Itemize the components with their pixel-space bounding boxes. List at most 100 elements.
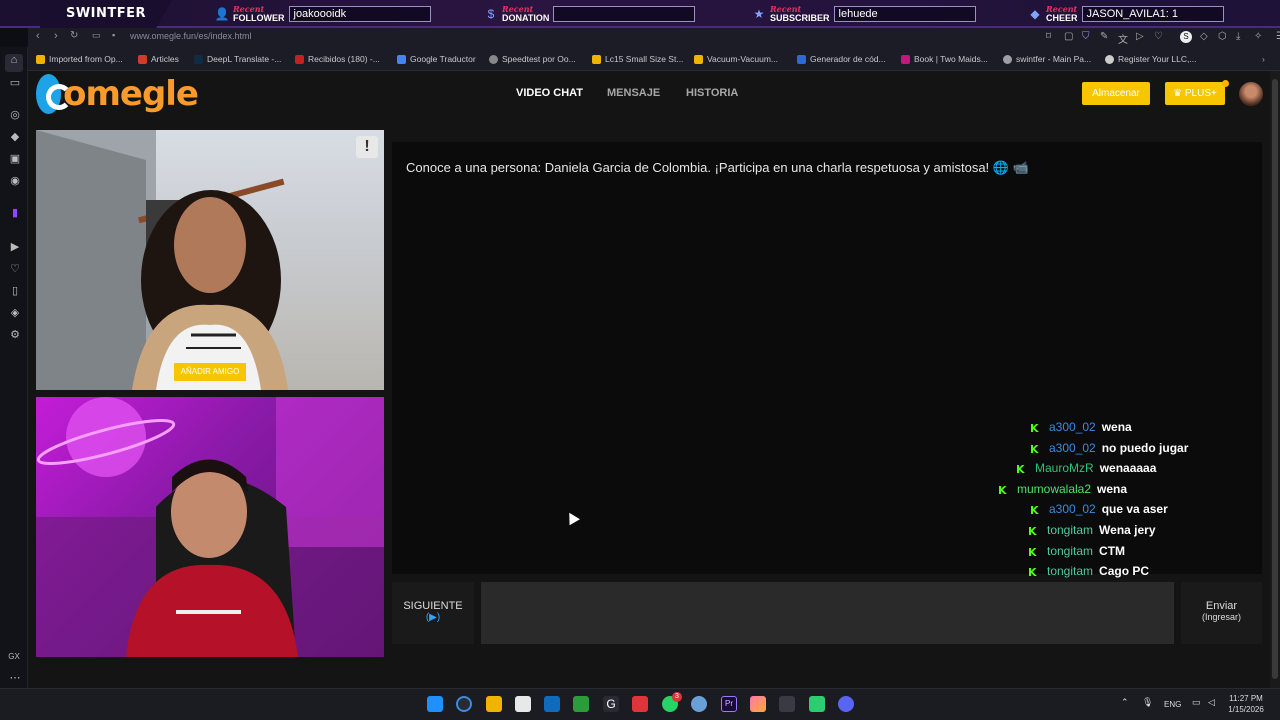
- follower-label: FOLLOWER: [233, 13, 285, 23]
- translate-icon[interactable]: 文: [1118, 31, 1128, 46]
- overlay-recent-subscriber: ★ Recent SUBSCRIBER lehuede: [752, 3, 976, 25]
- chat-text: Wena jery: [1099, 523, 1156, 537]
- heart-icon[interactable]: ♡: [9, 263, 21, 275]
- app-round-icon[interactable]: [691, 696, 707, 712]
- plus-button[interactable]: ♛ PLUS+: [1165, 82, 1225, 105]
- bookmark-item[interactable]: DeepL Translate -...: [194, 52, 281, 66]
- g-app-icon[interactable]: G: [603, 696, 619, 712]
- clock-date: 1/15/2026: [1228, 705, 1264, 714]
- bookmark-item[interactable]: swintfer - Main Pa...: [1003, 52, 1091, 66]
- next-button[interactable]: SIGUIENTE (▶): [392, 582, 474, 644]
- instagram-icon[interactable]: ▣: [9, 153, 21, 165]
- discord-icon[interactable]: ◆: [9, 131, 21, 143]
- browser-taskbar-icon[interactable]: [456, 696, 472, 712]
- bookmarks-more-icon[interactable]: ›: [1262, 52, 1265, 66]
- cheer-label: CHEER: [1046, 13, 1078, 23]
- lock-icon: ▪: [112, 30, 116, 40]
- player-icon[interactable]: ▶: [9, 241, 21, 253]
- bookmark-item[interactable]: Vacuum-Vacuum...: [694, 52, 778, 66]
- chat-username: tongitam: [1047, 564, 1094, 578]
- settings-icon[interactable]: ⚙: [9, 329, 21, 341]
- extensions-icon[interactable]: ◈: [9, 307, 21, 319]
- home-icon[interactable]: ⌂: [5, 54, 23, 72]
- message-input[interactable]: [481, 582, 1174, 644]
- history-icon[interactable]: ▯: [9, 285, 21, 297]
- gamepad-icon[interactable]: ▭: [9, 77, 21, 89]
- page-scrollbar[interactable]: [1270, 71, 1280, 688]
- reload-icon[interactable]: ↻: [70, 30, 78, 41]
- donation-label: DONATION: [502, 13, 550, 23]
- play-icon[interactable]: ▷: [1136, 31, 1144, 42]
- network-icon[interactable]: ▭: [1192, 697, 1201, 708]
- bookmark-label: Register Your LLC,...: [1118, 54, 1197, 64]
- system-clock[interactable]: 11:27 PM 1/15/2026: [1226, 693, 1266, 715]
- tab-historia[interactable]: HISTORIA: [686, 87, 738, 99]
- bookmark-item[interactable]: Lc15 Small Size St...: [592, 52, 683, 66]
- premiere-icon[interactable]: Pr: [721, 696, 737, 712]
- bookmark-item[interactable]: Generador de cód...: [797, 52, 886, 66]
- avatar[interactable]: [1239, 82, 1263, 106]
- tab-mensaje[interactable]: MENSAJE: [607, 87, 660, 99]
- store-icon[interactable]: [515, 696, 531, 712]
- extension-icon[interactable]: ✎: [1100, 31, 1108, 42]
- bookmark-item[interactable]: Book | Two Maids...: [901, 52, 988, 66]
- start-icon[interactable]: [427, 696, 443, 712]
- photos-icon[interactable]: [750, 696, 766, 712]
- self-video-frame: [36, 397, 384, 657]
- chat-username: tongitam: [1047, 523, 1094, 537]
- twitch-icon[interactable]: ▮: [9, 207, 21, 219]
- bookmark-item[interactable]: Speedtest por Oo...: [489, 52, 576, 66]
- profile-s-icon[interactable]: S: [1180, 31, 1192, 43]
- tab-icon[interactable]: ▭: [92, 30, 101, 41]
- store-button[interactable]: Almacenar: [1082, 82, 1150, 105]
- kick-app-icon[interactable]: [809, 696, 825, 712]
- kick-icon: K: [998, 484, 1007, 497]
- mic-icon[interactable]: 🎙: [1142, 697, 1153, 708]
- chat-text: CTM: [1099, 544, 1126, 558]
- language-indicator[interactable]: ENG: [1164, 700, 1181, 709]
- snapshot-icon[interactable]: ▢: [1064, 31, 1073, 42]
- shield-icon[interactable]: ⛉: [1082, 31, 1090, 42]
- bookmark-label: Google Traductor: [410, 54, 476, 64]
- volume-icon[interactable]: ◁: [1208, 697, 1215, 708]
- puzzle-icon[interactable]: ◇: [1200, 31, 1208, 42]
- back-icon[interactable]: ‹: [36, 30, 40, 42]
- bookmark-item[interactable]: Imported from Op...: [36, 52, 123, 66]
- add-friend-button[interactable]: AÑADIR AMIGO: [174, 363, 246, 381]
- send-button[interactable]: Enviar (Ingresar): [1181, 582, 1262, 644]
- chat-username: a300_02: [1049, 420, 1096, 434]
- bookmark-label: Speedtest por Oo...: [502, 54, 576, 64]
- url-field[interactable]: www.omegle.fun/es/index.html: [130, 31, 252, 41]
- omegle-logo[interactable]: omegle: [36, 74, 199, 114]
- download-icon[interactable]: ⤓: [1236, 31, 1240, 42]
- ai-icon[interactable]: ✧: [1254, 31, 1262, 42]
- heart-outline-icon[interactable]: ♡: [1154, 31, 1163, 42]
- discord-icon[interactable]: [838, 696, 854, 712]
- bookmark-add-icon[interactable]: ⌑: [1046, 31, 1051, 42]
- outlook-icon[interactable]: [544, 696, 560, 712]
- app-icon[interactable]: [573, 696, 589, 712]
- more-icon[interactable]: ⋯: [9, 672, 21, 684]
- share-icon[interactable]: ⬡: [1218, 31, 1227, 42]
- forward-icon[interactable]: ›: [54, 30, 58, 42]
- menu-icon[interactable]: ☰: [1276, 31, 1280, 42]
- overlay-recent-follower: 👤 Recent FOLLOWER joakoooidk: [215, 3, 431, 25]
- tray-chevron-icon[interactable]: ⌃: [1121, 697, 1129, 708]
- file-explorer-icon[interactable]: [486, 696, 502, 712]
- bookmark-label: Recibidos (180) -...: [308, 54, 380, 64]
- tab-video-chat[interactable]: VIDEO CHAT: [516, 87, 583, 99]
- b-icon: [1105, 54, 1114, 64]
- whatsapp-icon[interactable]: ◉: [9, 175, 21, 187]
- bookmark-item[interactable]: Register Your LLC,...: [1105, 52, 1196, 66]
- obs-icon[interactable]: [779, 696, 795, 712]
- bookmark-item[interactable]: Google Traductor: [397, 52, 476, 66]
- scrollbar-thumb[interactable]: [1272, 79, 1278, 679]
- bookmark-item[interactable]: Articles: [138, 52, 179, 66]
- bookmark-item[interactable]: Recibidos (180) -...: [295, 52, 380, 66]
- report-button[interactable]: !: [356, 136, 378, 158]
- flash-icon[interactable]: [632, 696, 648, 712]
- kick-icon: K: [1030, 504, 1039, 517]
- chat-message: Ka300_02 no puedo jugar: [1030, 441, 1188, 456]
- messenger-icon[interactable]: ◎: [9, 109, 21, 121]
- articles-icon: [138, 54, 147, 64]
